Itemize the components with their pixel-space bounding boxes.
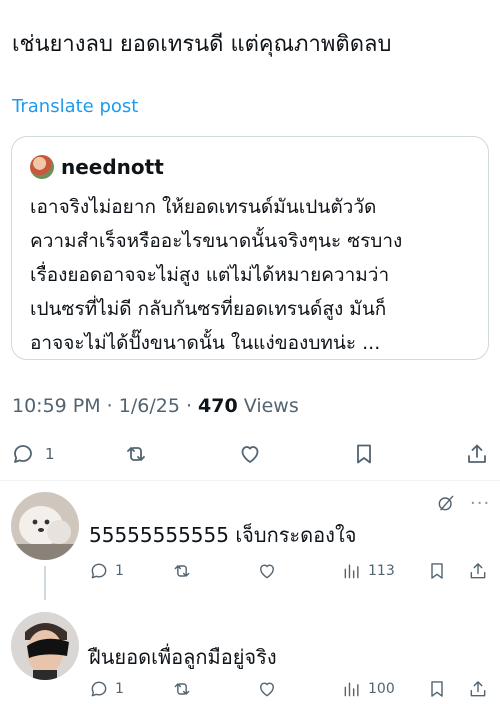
heart-icon [260,682,274,697]
bookmark-icon [431,563,443,579]
reply-count: 1 [115,681,124,697]
heart-icon [260,564,274,579]
repost-button[interactable] [172,676,192,702]
reply-text: 55555555555 เจ็บกระดองใจ [89,523,357,547]
reply-item[interactable]: 55555555555 เจ็บกระดองใจ 1 113 [0,490,500,600]
reply-button[interactable]: 1 [89,676,124,702]
views-button[interactable]: 113 [342,558,395,584]
repost-button[interactable] [124,436,148,472]
share-icon [470,563,486,579]
views-button[interactable]: 100 [342,676,395,702]
share-icon [468,444,486,463]
translate-post-link[interactable]: Translate post [12,94,138,120]
quote-line: เอาจริงไม่อยาก ให้ยอดเทรนด์มันเปนตัววัด [30,196,377,218]
quote-body: เอาจริงไม่อยาก ให้ยอดเทรนด์มันเปนตัววัด … [30,190,482,360]
reply-action-bar: 1 113 [0,558,500,584]
post-text: เช่นยางลบ ยอดเทรนดี แต่คุณภาพติดลบ [12,32,392,57]
repost-icon [127,447,145,461]
like-button[interactable] [257,676,277,702]
bookmark-icon [357,444,371,464]
post-meta: 10:59 PM · 1/6/25 · 470 Views [12,392,299,420]
quote-line: เปนซรที่ไม่ดี กลับกันซรที่ยอดเทรนด์สูง ม… [30,298,387,320]
repost-button[interactable] [172,558,192,584]
views-label: Views [237,395,299,417]
views-icon [344,682,359,697]
reply-button[interactable]: 1 [11,436,55,472]
bookmark-button[interactable] [427,558,447,584]
reply-icon [91,563,107,579]
bookmark-button[interactable] [427,676,447,702]
divider [0,480,500,481]
reply-text: ฝืนยอดเพื่อลูกมือยู่จริง [89,645,277,669]
quote-line: อาจจะไม่ได้ปั๊งขนาดนั้น ในแง่ของบทน่ะ ..… [30,332,381,354]
quote-author-avatar[interactable] [30,155,54,179]
share-button[interactable] [465,436,489,472]
reply-icon [91,681,107,697]
like-button[interactable] [238,436,262,472]
views-count: 100 [368,681,395,697]
bookmark-icon [431,681,443,697]
reply-avatar[interactable] [11,492,79,560]
avatar-image-icon [11,492,79,560]
views-count: 113 [368,563,395,579]
reply-count: 1 [115,563,124,579]
quote-header: neednott [30,153,164,181]
like-button[interactable] [257,558,277,584]
quote-line: ความสำเร็จหรืออะไรขนาดนั้นจริงๆนะ ซรบาง [30,230,403,252]
reply-icon [14,445,32,463]
share-icon [470,681,486,697]
heart-icon [241,446,259,463]
avatar-image-icon [11,612,79,680]
quoted-post[interactable]: neednott เอาจริงไม่อยาก ให้ยอดเทรนด์มันเ… [11,136,489,360]
reply-button[interactable]: 1 [89,558,124,584]
quote-line: เรื่องยอดอาจจะไม่สูง แต่ไม่ได้หมายความว่… [30,264,390,286]
views-count: 470 [198,395,238,417]
post-timestamp[interactable]: 10:59 PM · 1/6/25 · [12,395,198,417]
bookmark-button[interactable] [352,436,376,472]
post-action-bar: 1 [0,436,500,472]
share-button[interactable] [468,558,488,584]
quote-author-name[interactable]: neednott [61,155,164,179]
share-button[interactable] [468,676,488,702]
repost-icon [174,683,190,695]
views-icon [344,564,359,579]
reply-action-bar: 1 100 [0,676,500,702]
reply-count: 1 [45,445,55,463]
repost-icon [174,565,190,577]
reply-item[interactable]: ฝืนยอดเพื่อลูกมือยู่จริง 1 100 [0,606,500,704]
reply-avatar[interactable] [11,612,79,680]
